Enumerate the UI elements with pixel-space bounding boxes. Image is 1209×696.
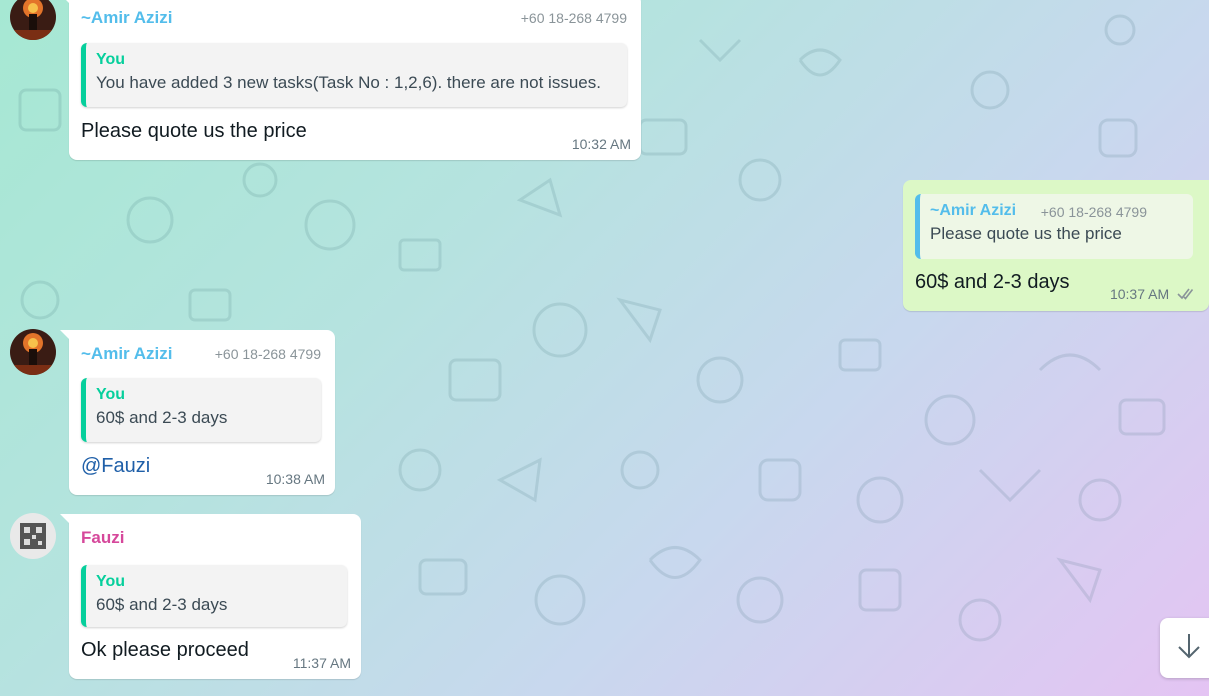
sender-name[interactable]: Fauzi xyxy=(81,528,124,548)
sender-phone: +60 18-268 4799 xyxy=(214,346,321,362)
quote-text: 60$ and 2-3 days xyxy=(96,408,228,427)
message-bubble[interactable]: ~Amir Azizi +60 18-268 4799 You You have… xyxy=(60,0,641,160)
quoted-message[interactable]: You You have added 3 new tasks(Task No :… xyxy=(81,43,627,107)
message-time: 10:38 AM xyxy=(265,471,325,487)
quote-text: 60$ and 2-3 days xyxy=(96,595,228,614)
sender-name[interactable]: ~Amir Azizi xyxy=(81,344,172,364)
message-bubble-outgoing[interactable]: ~Amir Azizi +60 18-268 4799 Please quote… xyxy=(903,180,1209,311)
message-time: 11:37 AM xyxy=(292,655,351,671)
quote-author: ~Amir Azizi xyxy=(930,202,1017,219)
sender-name[interactable]: ~Amir Azizi xyxy=(81,8,172,28)
scroll-to-bottom-button[interactable] xyxy=(1160,618,1209,678)
message-time: 10:32 AM xyxy=(571,136,631,152)
quote-author: You xyxy=(96,386,126,403)
sender-phone: +60 18-268 4799 xyxy=(520,10,627,26)
quoted-message[interactable]: You 60$ and 2-3 days xyxy=(81,565,347,627)
message-bubble[interactable]: Fauzi You 60$ and 2-3 days Ok please pro… xyxy=(60,514,361,679)
message-bubble[interactable]: ~Amir Azizi +60 18-268 4799 You 60$ and … xyxy=(60,330,335,495)
avatar-fauzi[interactable] xyxy=(10,513,56,559)
message-text: 60$ and 2-3 days xyxy=(915,271,1070,293)
message-time: 10:37 AM xyxy=(1110,286,1195,303)
double-check-icon xyxy=(1177,287,1195,303)
quoted-message[interactable]: You 60$ and 2-3 days xyxy=(81,378,321,442)
quote-phone: +60 18-268 4799 xyxy=(1040,204,1147,220)
arrow-down-icon xyxy=(1176,632,1202,665)
message-text: Ok please proceed xyxy=(81,639,249,661)
quote-author: You xyxy=(96,573,126,590)
message-time-label: 10:37 AM xyxy=(1109,286,1170,302)
quote-text: Please quote us the price xyxy=(930,224,1122,243)
quoted-message[interactable]: ~Amir Azizi +60 18-268 4799 Please quote… xyxy=(915,194,1193,259)
mention-link[interactable]: @Fauzi xyxy=(81,455,150,478)
quote-text: You have added 3 new tasks(Task No : 1,2… xyxy=(96,73,601,92)
quote-author: You xyxy=(96,51,126,68)
message-text: Please quote us the price xyxy=(81,120,307,142)
avatar-amir-azizi[interactable] xyxy=(10,329,56,375)
